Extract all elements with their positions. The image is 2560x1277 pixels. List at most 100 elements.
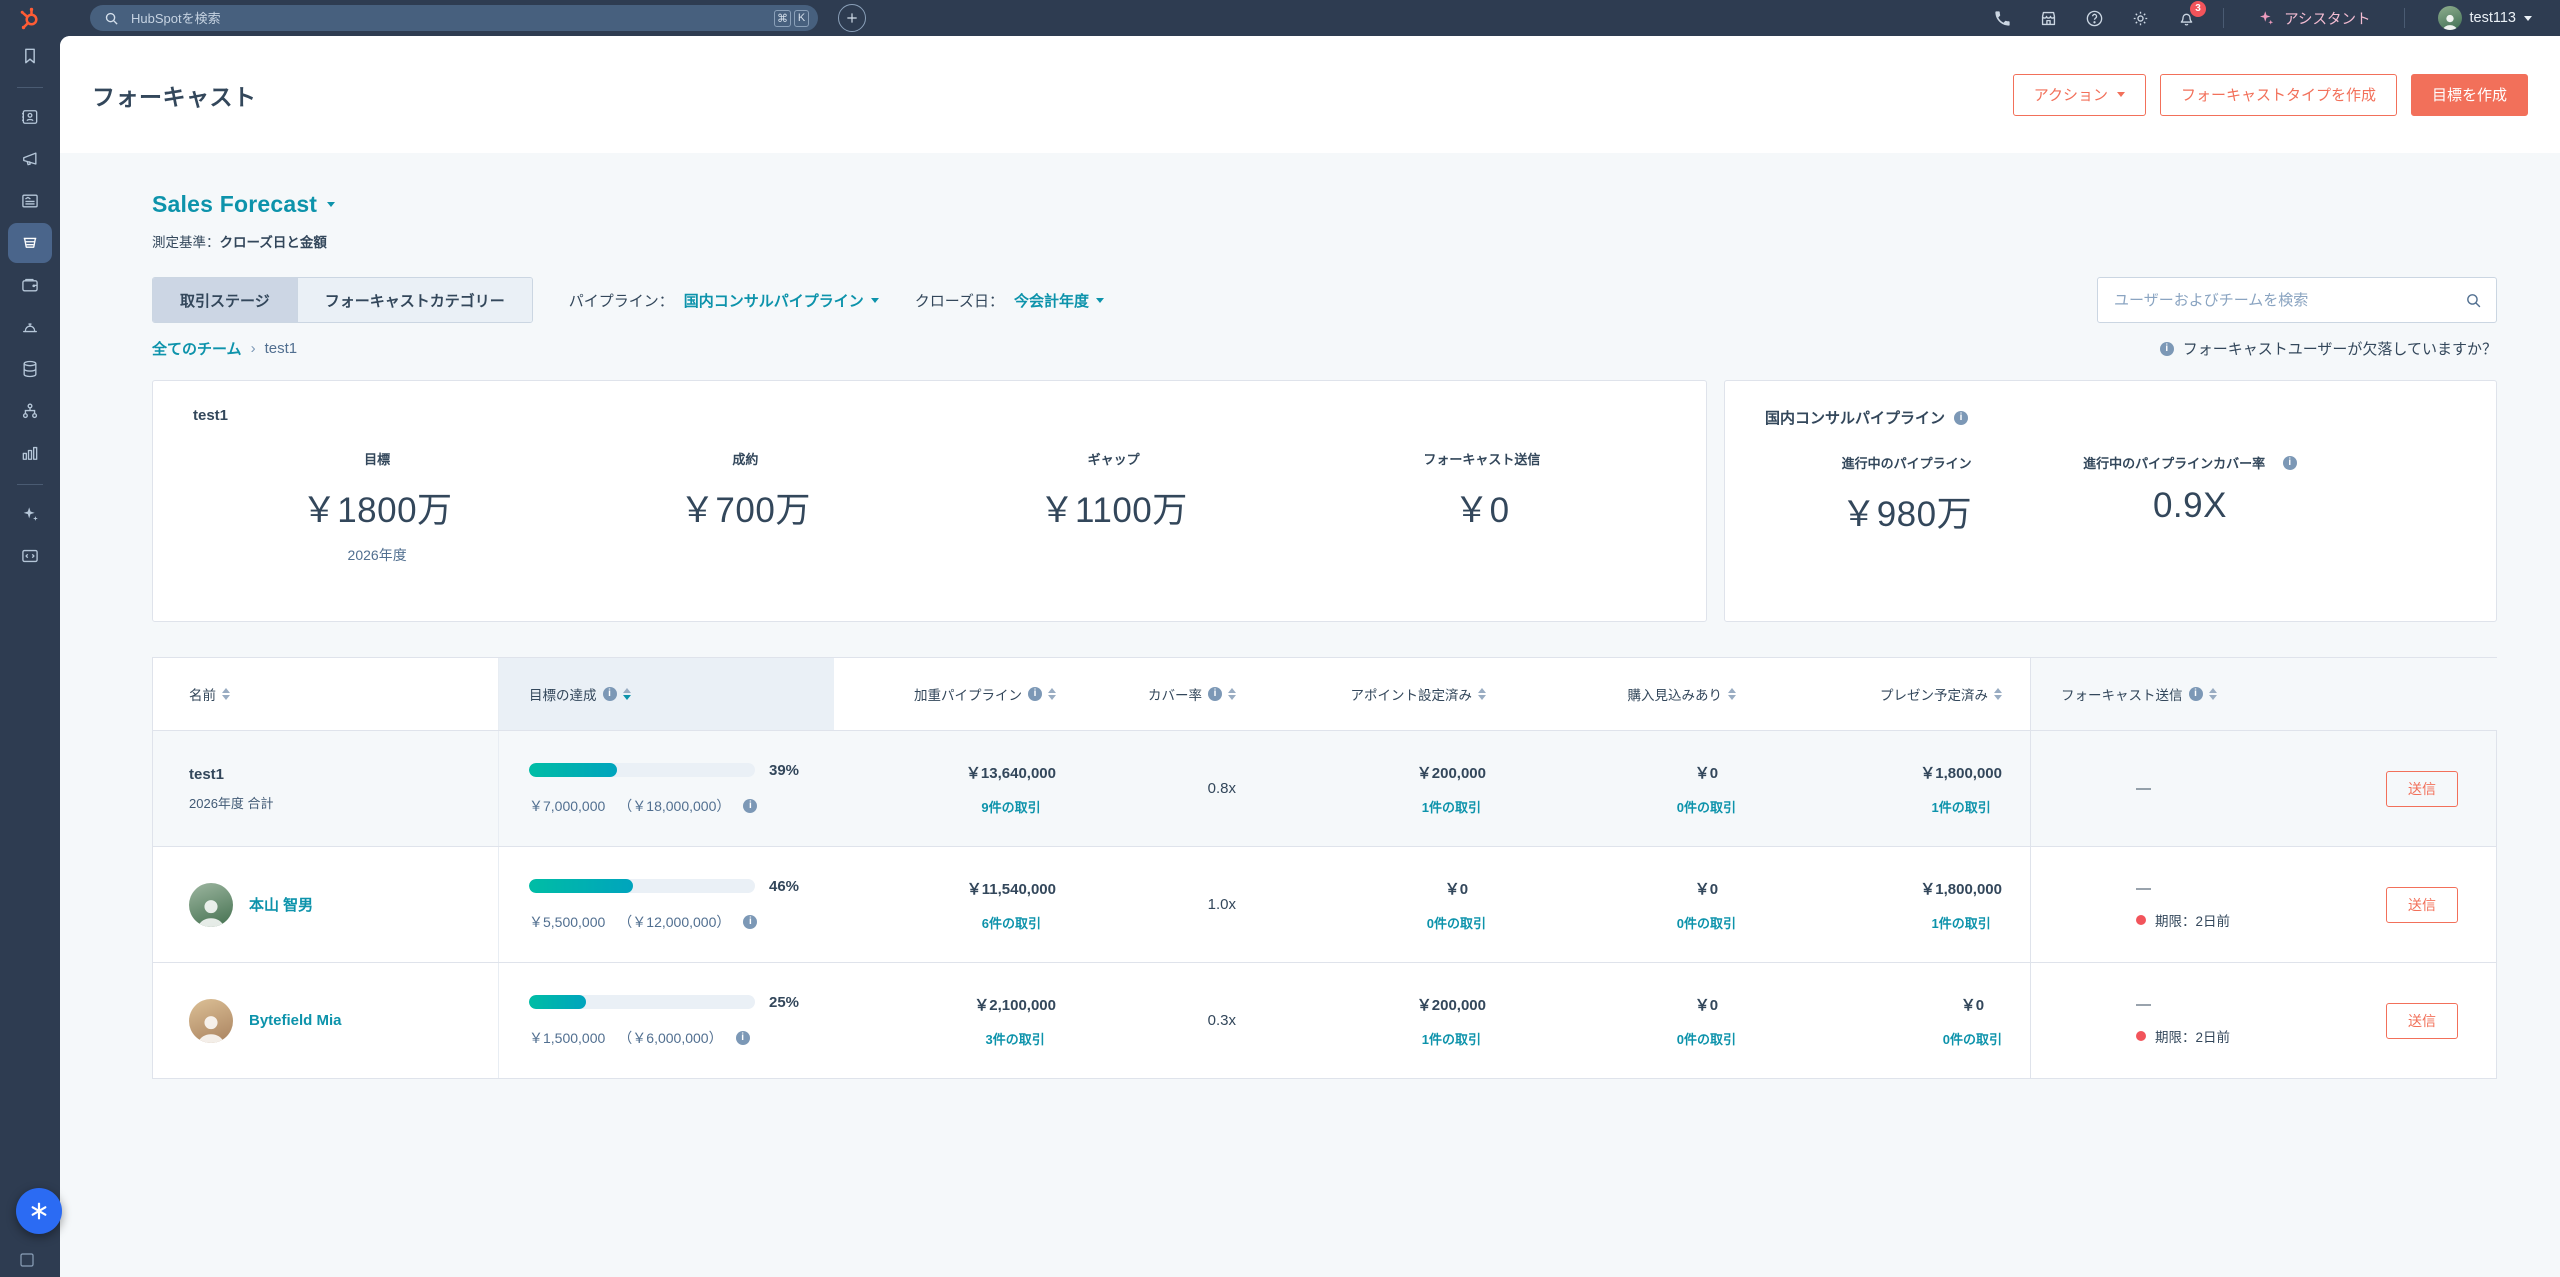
info-icon[interactable] [743, 799, 757, 813]
sidebar-item-content[interactable] [8, 181, 52, 221]
header-actions: アクション フォーキャストタイプを作成 目標を作成 [2013, 74, 2528, 116]
deals-link[interactable]: 0件の取引 [1677, 1029, 1736, 1048]
column-header-appointment-scheduled[interactable]: アポイント設定済み [1264, 658, 1514, 730]
global-search[interactable]: ⌘ K [90, 5, 818, 31]
caret-down-icon [1096, 298, 1104, 303]
submit-button[interactable]: 送信 [2386, 1003, 2458, 1039]
user-avatar [2438, 6, 2462, 30]
sidebar-bottom-icon[interactable] [18, 1251, 36, 1269]
sidebar-item-data-management[interactable] [8, 349, 52, 389]
sidebar-item-reporting[interactable] [8, 433, 52, 473]
column-header-weighted-pipeline[interactable]: 加重パイプライン [834, 658, 1084, 730]
deals-link[interactable]: 1件の取引 [1422, 797, 1481, 816]
tab-deal-stage[interactable]: 取引ステージ [153, 278, 297, 322]
goal-percent: 46% [769, 878, 799, 895]
user-team-search-input[interactable] [2112, 291, 2465, 310]
metric-pipeline-coverage: 進行中のパイプラインカバー率 0.9X [2048, 453, 2331, 537]
close-date-dropdown[interactable]: 今会計年度 [1014, 290, 1104, 311]
goal-amount: （￥18,000,000） [618, 796, 730, 816]
submit-button[interactable]: 送信 [2386, 771, 2458, 807]
notifications-button[interactable]: 3 [2177, 9, 2196, 28]
hubspot-logo-icon[interactable] [0, 6, 60, 30]
goal-percent: 39% [769, 762, 799, 779]
avatar[interactable] [189, 883, 233, 927]
settings-button[interactable] [2131, 9, 2150, 28]
help-icon [2085, 9, 2104, 28]
column-header-forecast-submission[interactable]: フォーキャスト送信 [2030, 658, 2498, 730]
missing-users-hint[interactable]: フォーキャストユーザーが欠落していますか？ [2160, 338, 2497, 359]
submit-button[interactable]: 送信 [2386, 887, 2458, 923]
column-header-name[interactable]: 名前 [153, 658, 498, 730]
create-forecast-type-button[interactable]: フォーキャストタイプを作成 [2160, 74, 2397, 116]
bar-chart-icon [20, 443, 40, 463]
deals-link[interactable]: 0件の取引 [1677, 797, 1736, 816]
create-goal-button[interactable]: 目標を作成 [2411, 74, 2528, 116]
info-icon[interactable] [743, 915, 757, 929]
sidebar-item-bookmarks[interactable] [8, 36, 52, 76]
marketplace-button[interactable] [2039, 9, 2058, 28]
info-icon[interactable] [1208, 687, 1222, 701]
phone-icon [1993, 9, 2012, 28]
goal-amount: （￥6,000,000） [618, 1028, 722, 1048]
sidebar-item-developer[interactable] [8, 536, 52, 576]
column-header-goal-attainment[interactable]: 目標の達成 [498, 658, 834, 730]
team-card-title: test1 [193, 407, 1666, 424]
global-search-input[interactable] [129, 10, 774, 27]
deals-link[interactable]: 6件の取引 [982, 913, 1041, 932]
info-icon[interactable] [2189, 687, 2203, 701]
plus-icon [845, 11, 859, 25]
deals-link[interactable]: 9件の取引 [981, 797, 1040, 816]
deals-link[interactable]: 1件の取引 [1932, 797, 1991, 816]
info-icon [2160, 342, 2174, 356]
table-header-row: 名前 目標の達成 加重パイプライン カバー率 [153, 658, 2496, 730]
account-menu[interactable]: test113 [2432, 5, 2539, 31]
deals-link[interactable]: 0件の取引 [1943, 1029, 2002, 1048]
row-name: test1 [189, 766, 274, 783]
search-icon [2465, 292, 2482, 309]
sidebar-item-marketing[interactable] [8, 139, 52, 179]
sidebar-item-crm[interactable] [8, 97, 52, 137]
deals-link[interactable]: 1件の取引 [1932, 913, 1991, 932]
copilot-fab-button[interactable] [16, 1188, 62, 1234]
breadcrumb: 全てのチーム › test1 [152, 338, 297, 359]
sidebar-item-workflows[interactable] [8, 391, 52, 431]
user-team-search[interactable] [2097, 277, 2497, 323]
goal-progress-bar [529, 995, 755, 1009]
deals-link[interactable]: 0件の取引 [1677, 913, 1736, 932]
forecast-selector[interactable]: Sales Forecast [152, 191, 335, 218]
info-icon[interactable] [2283, 456, 2297, 470]
copilot-asterisk-icon [28, 1200, 50, 1222]
info-icon[interactable] [736, 1031, 750, 1045]
sidebar-item-commerce[interactable] [8, 265, 52, 305]
actions-dropdown-button[interactable]: アクション [2013, 74, 2146, 116]
user-name-link[interactable]: Bytefield Mia [249, 1012, 342, 1029]
deals-link[interactable]: 0件の取引 [1427, 913, 1486, 932]
column-header-presentation-scheduled[interactable]: プレゼン予定済み [1764, 658, 2030, 730]
tab-forecast-category[interactable]: フォーキャストカテゴリー [297, 278, 532, 322]
divider [2223, 8, 2224, 28]
row-subtitle: 2026年度 合計 [189, 793, 274, 812]
sort-icon [1994, 688, 2002, 700]
deals-link[interactable]: 3件の取引 [986, 1029, 1045, 1048]
caret-down-icon [327, 202, 335, 207]
calling-button[interactable] [1993, 9, 2012, 28]
info-icon[interactable] [603, 687, 617, 701]
user-name-link[interactable]: 本山 智男 [249, 894, 313, 915]
quick-create-button[interactable] [838, 4, 866, 32]
gear-icon [2131, 9, 2150, 28]
pipeline-dropdown[interactable]: 国内コンサルパイプライン [684, 290, 879, 311]
help-button[interactable] [2085, 9, 2104, 28]
deals-link[interactable]: 1件の取引 [1422, 1029, 1481, 1048]
column-header-coverage[interactable]: カバー率 [1084, 658, 1264, 730]
sidebar-item-sales[interactable] [8, 223, 52, 263]
sidebar-item-ai-assistant[interactable] [8, 494, 52, 534]
info-icon[interactable] [1028, 687, 1042, 701]
breadcrumb-all-teams[interactable]: 全てのチーム [152, 338, 242, 359]
column-header-buy-in[interactable]: 購入見込みあり [1514, 658, 1764, 730]
info-icon[interactable] [1954, 411, 1968, 425]
avatar[interactable] [189, 999, 233, 1043]
assistant-button[interactable]: アシスタント [2251, 7, 2376, 30]
sidebar-item-service[interactable] [8, 307, 52, 347]
measurement-basis: 測定基準：クローズ日と金額 [152, 231, 2497, 251]
metric-open-pipeline: 進行中のパイプライン ￥980万 [1765, 453, 2048, 537]
